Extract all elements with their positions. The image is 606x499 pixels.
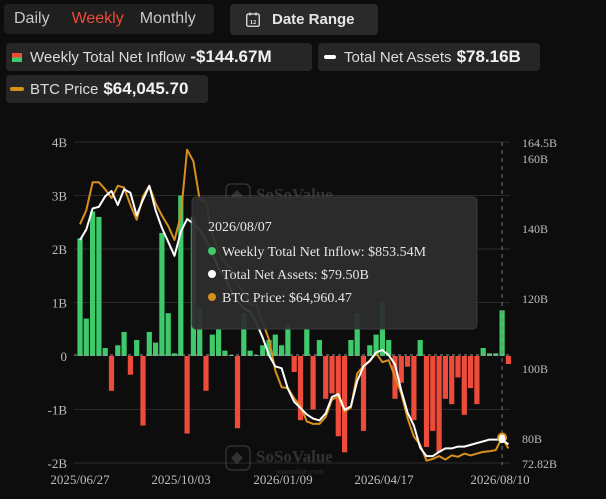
tooltip-box (191, 196, 478, 330)
inflow-bar (461, 356, 467, 415)
tooltip: 2026/08/07 Weekly Total Net Inflow: $853… (191, 196, 478, 330)
tooltip-value: $853.54M (368, 245, 427, 260)
inflow-bar (505, 356, 511, 365)
left-axis: 4B 3B 2B 1B 0 -1B -2B (48, 135, 68, 471)
x-tick-label: 2026/08/10 (470, 472, 529, 487)
inflow-bar (442, 356, 448, 399)
tooltip-row-inflow: Weekly Total Net Inflow: $853.54M (208, 245, 427, 260)
tooltip-value: $64,960.47 (289, 291, 352, 306)
assets-hover-marker (498, 436, 506, 444)
left-tick-label: -1B (48, 403, 68, 418)
inflow-bar (203, 356, 209, 391)
x-tick-label: 2025/10/03 (151, 472, 210, 487)
inflow-bar (83, 318, 89, 356)
inflow-bar (77, 238, 83, 356)
inflow-bar (417, 339, 423, 356)
inflow-bar (134, 339, 140, 356)
inflow-bar (90, 211, 96, 356)
inflow-bar (329, 356, 335, 394)
right-tick-label: 100B (522, 362, 548, 376)
tooltip-row-btc: BTC Price: $64,960.47 (208, 291, 352, 306)
inflow-bar (115, 345, 121, 356)
svg-text:BTC Price: $64,960.47: BTC Price: $64,960.47 (222, 291, 352, 306)
inflow-bar (121, 331, 127, 356)
left-tick-label: 0 (61, 349, 68, 364)
inflow-bar (411, 356, 417, 421)
inflow-bar (184, 356, 190, 434)
inflow-bar (455, 356, 461, 378)
tooltip-value: $79.50B (321, 268, 369, 283)
tooltip-dot-icon (208, 247, 216, 255)
inflow-bar (216, 329, 222, 356)
inflow-bar (449, 356, 455, 405)
inflow-bar (423, 356, 430, 447)
right-tick-label: 160B (522, 152, 548, 166)
etf-flow-chart[interactable]: SoSoValue sosovalue.com SoSoValue sosova… (0, 0, 606, 499)
left-tick-label: 4B (52, 135, 68, 150)
hover-markers (497, 432, 508, 444)
tooltip-label: Total Net Assets (222, 268, 314, 283)
inflow-bar (140, 356, 146, 426)
inflow-bar (234, 356, 241, 429)
svg-text:Total Net Assets: $79.50B: Total Net Assets: $79.50B (222, 268, 369, 283)
inflow-bar (367, 345, 373, 356)
inflow-bar (468, 356, 474, 389)
tooltip-dot-icon (208, 270, 216, 278)
inflow-bar (209, 334, 215, 356)
inflow-bar (405, 356, 411, 367)
right-tick-label: 164.5B (522, 136, 557, 150)
inflow-bar (430, 356, 436, 431)
left-tick-label: 2B (52, 242, 68, 257)
inflow-bar (165, 313, 171, 356)
inflow-bar (127, 356, 133, 375)
x-axis: 2025/06/27 2025/10/03 2026/01/09 2026/04/17… (50, 472, 529, 487)
inflow-bar (474, 356, 480, 405)
inflow-bar (436, 356, 442, 453)
watermark-logo-icon (225, 445, 251, 471)
inflow-bar (348, 339, 354, 356)
inflow-bar (159, 232, 165, 356)
tooltip-label: BTC Price (222, 291, 282, 306)
inflow-bar (260, 345, 266, 356)
inflow-bar (146, 331, 152, 356)
left-tick-label: 3B (52, 189, 68, 204)
inflow-bar (291, 356, 297, 373)
inflow-bar (323, 356, 329, 399)
inflow-bar (272, 334, 278, 356)
x-tick-label: 2026/01/09 (253, 472, 312, 487)
x-tick-label: 2025/06/27 (50, 472, 110, 487)
inflow-bar (279, 345, 285, 356)
left-tick-label: -2B (48, 456, 68, 471)
tooltip-dot-icon (208, 293, 216, 301)
right-tick-label: 80B (522, 432, 542, 446)
inflow-bar (304, 329, 310, 356)
inflow-bar (310, 356, 316, 410)
left-tick-label: 1B (52, 296, 68, 311)
tooltip-row-assets: Total Net Assets: $79.50B (208, 268, 369, 283)
right-axis: 164.5B 160B 140B 120B 100B 80B 72.82B (522, 136, 557, 471)
tooltip-label: Weekly Total Net Inflow (222, 245, 362, 260)
right-tick-label: 140B (522, 222, 548, 236)
inflow-bar (108, 356, 115, 391)
watermark-text: SoSoValue (256, 447, 333, 466)
inflow-bar (96, 216, 102, 356)
svg-text:Weekly Total Net Inflow: $853.: Weekly Total Net Inflow: $853.54M (222, 245, 427, 260)
x-tick-label: 2026/04/17 (354, 472, 414, 487)
inflow-bar (153, 342, 159, 356)
inflow-bar (499, 310, 505, 356)
right-tick-label: 72.82B (522, 457, 557, 471)
tooltip-date: 2026/08/07 (208, 220, 272, 235)
inflow-bar (316, 339, 322, 356)
right-tick-label: 120B (522, 292, 548, 306)
